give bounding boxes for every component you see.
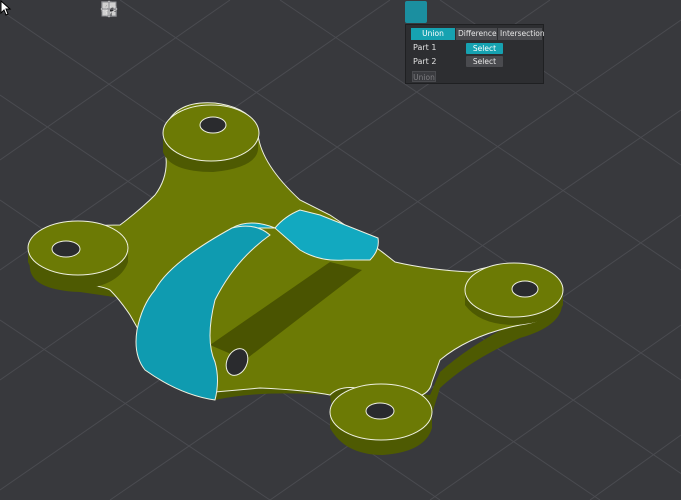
boss-right — [464, 262, 564, 325]
tab-union[interactable]: Union — [411, 28, 455, 40]
tab-difference[interactable]: Difference — [456, 28, 497, 40]
sketch-edit-button[interactable] — [101, 1, 476, 23]
bracket-part[interactable] — [27, 102, 564, 455]
extrude-button[interactable] — [101, 1, 452, 23]
ruler-button[interactable] — [101, 1, 575, 23]
measure-button[interactable] — [101, 1, 550, 23]
layers-button[interactable] — [102, 1, 270, 23]
part1-select-button[interactable]: Select — [466, 43, 503, 54]
rotate-button[interactable] — [102, 1, 329, 23]
split-button[interactable] — [101, 1, 402, 23]
grid-button[interactable] — [101, 1, 147, 23]
fit-view-button[interactable] — [101, 1, 634, 23]
boolean-panel: Union Difference Intersection Part 1 Sel… — [405, 24, 545, 84]
plane-button[interactable] — [101, 1, 171, 23]
frame-button[interactable] — [102, 1, 599, 23]
nodes-button[interactable] — [101, 1, 220, 23]
part2-select-button[interactable]: Select — [466, 56, 503, 67]
boolean-mode-tabs: Union Difference Intersection — [411, 28, 545, 40]
3d-viewport[interactable]: Union Difference Intersection Part 1 Sel… — [0, 0, 681, 500]
text-button[interactable] — [103, 1, 525, 23]
mouse-cursor-icon — [0, 0, 12, 16]
boolean-button[interactable] — [101, 1, 427, 23]
move-button[interactable] — [100, 0, 304, 23]
fit-view-icon — [101, 1, 117, 17]
eraser-button[interactable] — [102, 1, 378, 23]
blank-grid-button[interactable] — [101, 1, 245, 23]
boss-bottom — [329, 383, 433, 455]
boss-top-left — [162, 104, 260, 172]
part1-label: Part 1 — [413, 43, 437, 52]
part2-label: Part 2 — [413, 57, 437, 66]
section-view-button[interactable] — [101, 1, 196, 23]
boss-left — [27, 220, 129, 290]
fillet-button[interactable] — [101, 1, 501, 23]
scene-canvas[interactable] — [0, 0, 681, 500]
main-toolbar — [100, 0, 636, 24]
scale-button[interactable] — [101, 1, 353, 23]
tab-intersection[interactable]: Intersection — [498, 28, 545, 40]
union-apply-button[interactable]: Union — [412, 71, 436, 82]
